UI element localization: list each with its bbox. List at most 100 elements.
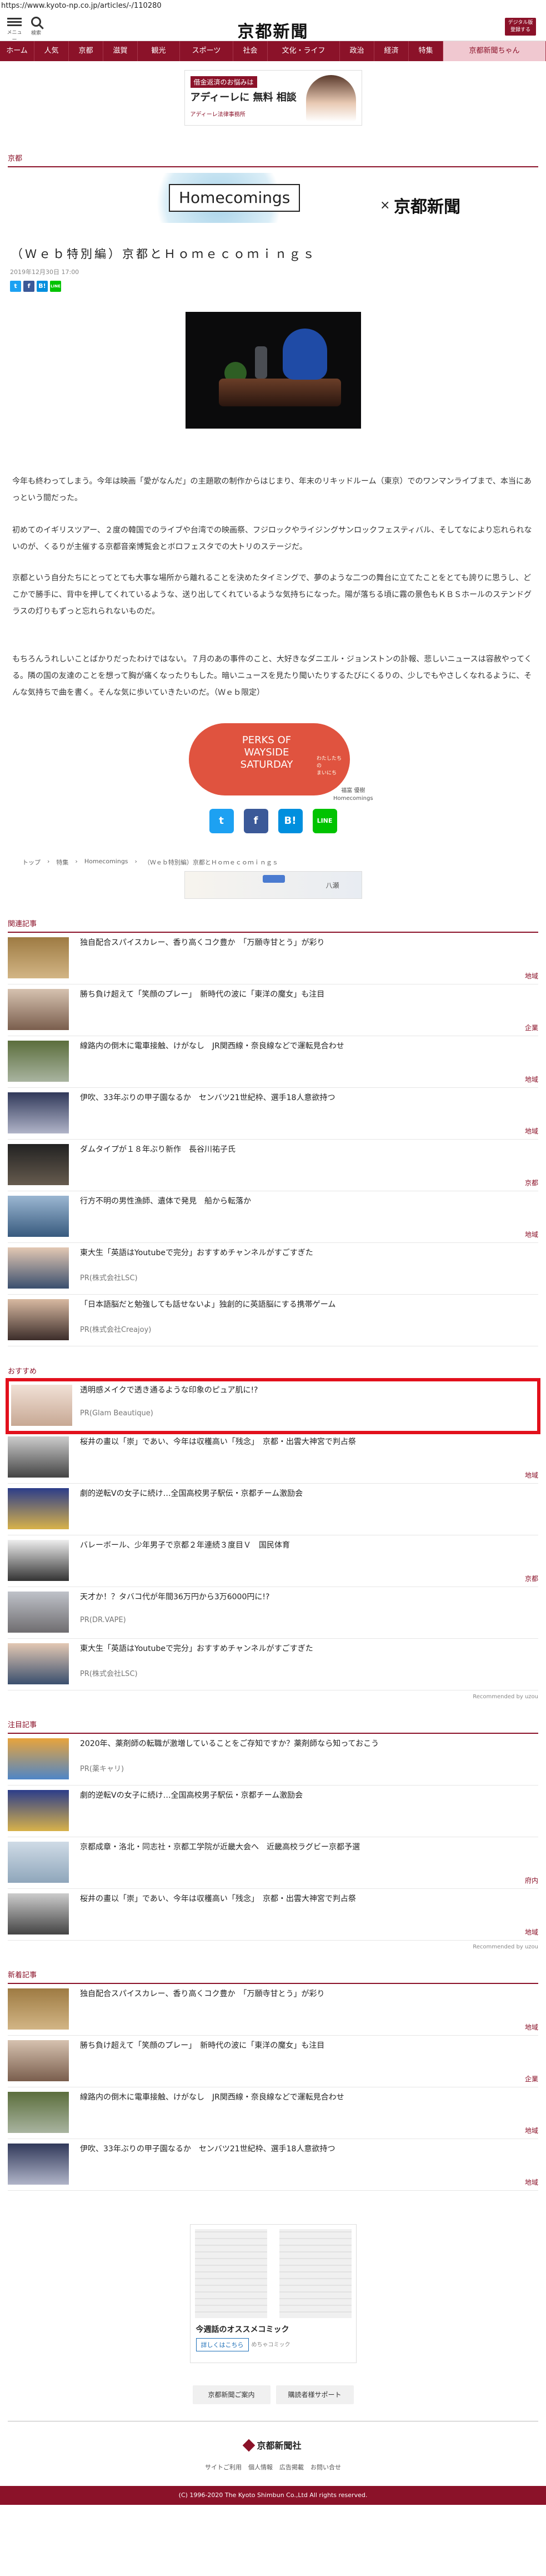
list-item[interactable]: 東大生「英語はYoutubeで完分」おすすめチャンネルがすごすぎた PR(株式会社… (8, 1243, 538, 1295)
manga-ad-button[interactable]: 詳しくはこちら (196, 2338, 249, 2351)
list-item[interactable]: 独自配合スパイスカレー、香り高くコク豊か 「万願寺甘とう」が彩り 地域 (8, 1984, 538, 2036)
illustration-cloud: PERKS OF WAYSIDE SATURDAY わたしたちの まいにち (189, 723, 350, 795)
item-title: 独自配合スパイスカレー、香り高くコク豊か 「万願寺甘とう」が彩り (80, 1990, 325, 1998)
list-item[interactable]: 京都成章・洛北・同志社・京都工学院が近畿大会へ 近畿高校ラグビー京都予選 府内 (8, 1837, 538, 1889)
illustration: PERKS OF WAYSIDE SATURDAY わたしたちの まいにち 福富… (0, 723, 546, 802)
nav-item-economy[interactable]: 経済 (374, 41, 409, 61)
latest-heading: 新着記事 (8, 1961, 538, 1984)
nav-item-shiga[interactable]: 滋賀 (103, 41, 138, 61)
twitter-icon[interactable]: t (10, 281, 21, 292)
facebook-share-icon[interactable]: f (243, 809, 268, 833)
recommend-credit[interactable]: Recommended by uzou (8, 1694, 538, 1700)
map-ad[interactable]: 八瀬 (184, 871, 362, 899)
item-category: 地域 (524, 1076, 538, 1083)
list-item[interactable]: 伊吹、33年ぶりの甲子園なるか センバツ21世紀枠、選手18人意欲持つ 地域 (8, 2139, 538, 2191)
search-label: 検索 (31, 31, 41, 36)
line-share-icon[interactable]: LINE (312, 809, 337, 833)
list-item[interactable]: 線路内の倒木に電車接触、けがなし JR関西線・奈良線などで運転見合わせ 地域 (8, 2087, 538, 2139)
list-item[interactable]: 伊吹、33年ぶりの甲子園なるか センバツ21世紀枠、選手18人意欲持つ 地域 (8, 1088, 538, 1140)
list-item[interactable]: 桜井の畫以「崇」であい、今年は収穫高い「残念」 京都・出雲大神宮で判占祭 地域 (8, 1432, 538, 1484)
photo-bottle (254, 346, 267, 379)
item-sponsor: PR(薬キャリ) (80, 1765, 124, 1773)
list-item[interactable]: 勝ち負け超えて「笑顔のプレー」 新時代の波に「東洋の魔女」も注目 企業 (8, 2036, 538, 2087)
ad-line-3: アディーレ法律事務所 (190, 112, 246, 118)
menu-button[interactable]: メニュー (7, 16, 22, 43)
nav-item-politics[interactable]: 政治 (340, 41, 374, 61)
item-category: 地域 (524, 1231, 538, 1239)
nav-item-kyoto[interactable]: 京都 (69, 41, 103, 61)
list-item[interactable]: 桜井の畫以「崇」であい、今年は収穫高い「残念」 京都・出雲大神宮で判占祭 地域 (8, 1889, 538, 1941)
footer-link[interactable]: お問い合せ (310, 2463, 341, 2471)
series-banner: Homecomings × 京都新聞 (8, 173, 538, 223)
nav-item-culture[interactable]: 文化・ライフ (268, 41, 340, 61)
hamburger-icon (7, 18, 22, 19)
item-title: 伊吹、33年ぶりの甲子園なるか センバツ21世紀枠、選手18人意欲持つ (80, 2145, 335, 2154)
item-title: 東大生「英語はYoutubeで完分」おすすめチャンネルがすごすぎた (80, 1249, 313, 1257)
nav-item-tourism[interactable]: 観光 (138, 41, 180, 61)
nav-item-home[interactable]: ホーム (0, 41, 34, 61)
item-title: 線路内の倒木に電車接触、けがなし JR関西線・奈良線などで運転見合わせ (80, 2093, 344, 2102)
list-item[interactable]: 勝ち負け超えて「笑顔のプレー」 新時代の波に「東洋の魔女」も注目 企業 (8, 984, 538, 1036)
nav-item-kyoto-chan[interactable]: 京都新聞ちゃん (443, 41, 546, 61)
manga-panel-right (279, 2229, 352, 2318)
hatena-share-icon[interactable]: B! (278, 809, 303, 833)
list-item[interactable]: 「日本語脳だと勉強しても話せないよ」独創的に英語脳にする携帯ゲーム PR(株式会社… (8, 1295, 538, 1346)
list-item[interactable]: 東大生「英語はYoutubeで完分」おすすめチャンネルがすごすぎた PR(株式会社… (8, 1639, 538, 1690)
list-item[interactable]: 劇的逆転Vの女子に続け…全国高校男子駅伝・京都チーム激励会 (8, 1484, 538, 1535)
twitter-share-icon[interactable]: t (209, 809, 234, 833)
photo-blue-toy (282, 329, 327, 380)
ad-portrait (305, 75, 356, 122)
list-item[interactable]: 線路内の倒木に電車接触、けがなし JR関西線・奈良線などで運転見合わせ 地域 (8, 1036, 538, 1088)
thumbnail (8, 1540, 69, 1581)
item-title: 天才か！？タバコ代が年間36万円から3万6000円に!? (80, 1593, 270, 1602)
thumbnail (8, 1488, 69, 1529)
hatena-icon[interactable]: B! (37, 281, 48, 292)
search-button[interactable]: 検索 (28, 16, 44, 36)
ad-line-2: アディーレに 無料 相談 (190, 92, 297, 103)
manga-ad-title: 今週話のオススメコミック (196, 2325, 289, 2334)
article-title: （Ｗｅｂ特別編）京都とＨｏｍｅｃｏｍｉｎｇｓ (11, 247, 317, 261)
thumbnail (8, 937, 69, 978)
facebook-icon[interactable]: f (23, 281, 34, 292)
footer-link[interactable]: サイトご利用 (205, 2463, 242, 2471)
line-icon[interactable]: LINE (50, 281, 61, 292)
item-sponsor: PR(Glam Beautique) (80, 1409, 153, 1418)
list-item[interactable]: 独自配合スパイスカレー、香り高くコク豊か 「万願寺甘とう」が彩り 地域 (8, 933, 538, 984)
list-item[interactable]: 天才か！？タバコ代が年間36万円から3万6000円に!? PR(DR.VAPE) (8, 1587, 538, 1639)
item-category: 府内 (524, 1877, 538, 1884)
url-bar[interactable]: https://www.kyoto-np.co.jp/articles/-/11… (0, 0, 546, 12)
thumbnail (8, 1299, 69, 1340)
top-ad-banner[interactable]: 借金返済のお悩みは アディーレに 無料 相談 アディーレ法律事務所 (184, 70, 362, 126)
item-title: バレーボール、少年男子で京都２年連続３度目Ｖ 国民体育 (80, 1541, 290, 1550)
article-paragraph: 今年も終わってしまう。今年は映画「愛がなんだ」の主題歌の制作からはじまり、年末の… (12, 477, 532, 503)
footer-link[interactable]: 個人情報 (248, 2463, 273, 2471)
list-item[interactable]: 劇的逆転Vの女子に続け…全国高校男子駅伝・京都チーム激励会 (8, 1786, 538, 1837)
list-item[interactable]: バレーボール、少年男子で京都２年連続３度目Ｖ 国民体育 京都 (8, 1535, 538, 1587)
nav-item-features[interactable]: 特集 (409, 41, 443, 61)
item-sponsor: PR(株式会社LSC) (80, 1670, 138, 1678)
breadcrumb-item[interactable]: トップ (22, 858, 41, 867)
about-button[interactable]: 京都新聞ご案内 (192, 2385, 271, 2404)
subscribe-button[interactable]: デジタル版 登録する (505, 18, 536, 36)
thumbnail (8, 1643, 69, 1684)
list-item[interactable]: 透明感メイクで透き通るような印象のピュア肌に!? PR(Glam Beautiqu… (6, 1378, 540, 1434)
list-item[interactable]: ダムタイプが１８年ぶり新作 長谷川祐子氏 京都 (8, 1140, 538, 1191)
nav-item-sports[interactable]: スポーツ (180, 41, 233, 61)
list-item[interactable]: 行方不明の男性漁師、遺体で発見 船から転落か 地域 (8, 1191, 538, 1243)
manga-ad[interactable]: 今週話のオススメコミック 詳しくはこちら めちゃコミック (189, 2224, 357, 2363)
popular-credit[interactable]: Recommended by uzou (8, 1944, 538, 1950)
item-category: 地域 (524, 1127, 538, 1135)
list-item[interactable]: 2020年、薬剤師の転職が激増していることをご存知ですか？薬剤師なら知っておこう… (8, 1734, 538, 1786)
breadcrumb-item[interactable]: Homecomings (84, 858, 128, 867)
share-bar-large: t f B! LINE (0, 809, 546, 833)
breadcrumb-item[interactable]: 特集 (56, 858, 68, 867)
recommend-heading: おすすめ (8, 1357, 538, 1380)
banner-paper-logo: 京都新聞 (394, 197, 460, 217)
item-title: 独自配合スパイスカレー、香り高くコク豊か 「万願寺甘とう」が彩り (80, 938, 325, 947)
nav-item-popular[interactable]: 人気 (34, 41, 69, 61)
nav-item-society[interactable]: 社会 (233, 41, 268, 61)
support-button[interactable]: 購読者様サポート (275, 2385, 354, 2404)
footer-logo[interactable]: 京都新聞社 (0, 2438, 546, 2452)
footer-link[interactable]: 広告掲載 (279, 2463, 304, 2471)
item-sponsor: PR(株式会社LSC) (80, 1274, 138, 1282)
